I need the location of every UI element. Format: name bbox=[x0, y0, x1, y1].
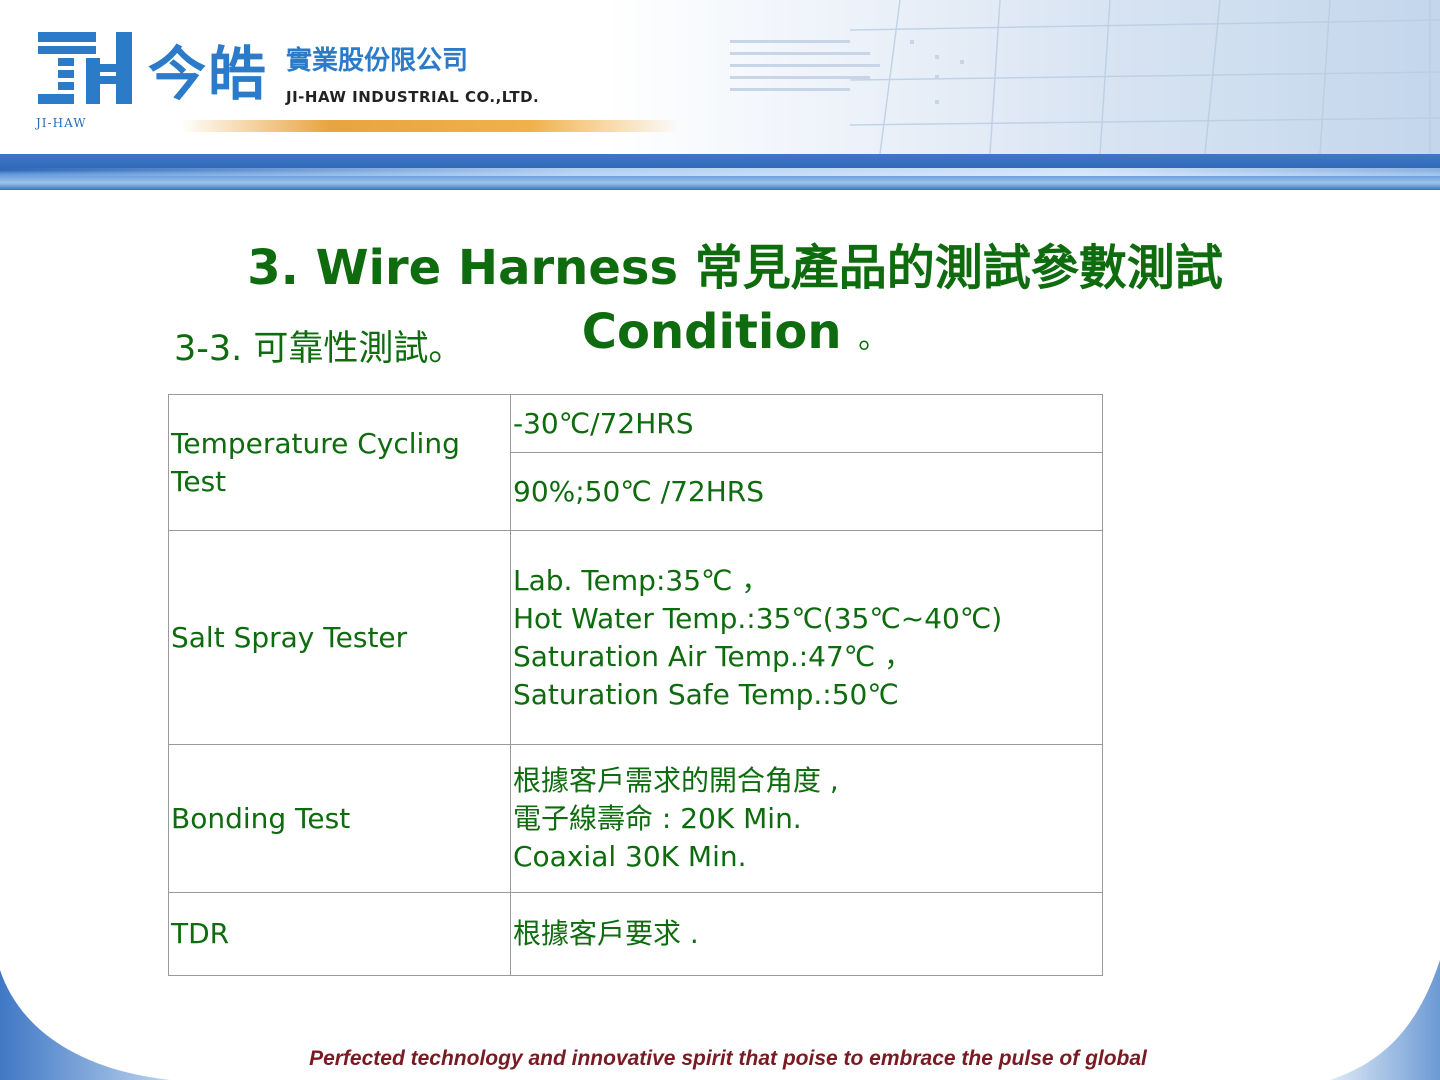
condition-text: 90%;50℃ /72HRS bbox=[513, 474, 764, 508]
condition-line: 電子線壽命 : 20K Min. bbox=[513, 801, 802, 835]
section-subtitle: 3-3. 可靠性測試。 bbox=[174, 329, 464, 369]
company-name-cn-full: 實業股份限公司 bbox=[286, 46, 469, 76]
condition-line: 根據客戶要求 . bbox=[513, 917, 699, 950]
test-name-cell: Temperature Cycling Test bbox=[168, 394, 511, 531]
test-conditions-table: Temperature Cycling Test -30℃/72HRS 90%;… bbox=[168, 394, 1103, 976]
condition-cell: 根據客戶需求的開合角度 , 電子線壽命 : 20K Min. Coaxial 3… bbox=[510, 744, 1103, 893]
condition-cell: -30℃/72HRS bbox=[510, 394, 1103, 453]
condition-line: Saturation Safe Temp.:50℃ bbox=[513, 677, 899, 711]
logo-mark-text: JI-HAW bbox=[36, 116, 87, 130]
table-row: Salt Spray Tester Lab. Temp:35℃ ， Hot Wa… bbox=[168, 530, 1103, 745]
company-name-cn: 今皓 bbox=[148, 40, 269, 108]
test-name-cell: Bonding Test bbox=[168, 744, 511, 893]
test-name: TDR bbox=[171, 917, 230, 950]
condition-cell: Lab. Temp:35℃ ， Hot Water Temp.:35℃(35℃~… bbox=[510, 530, 1103, 745]
condition-line: Saturation Air Temp.:47℃ ， bbox=[513, 639, 913, 673]
slide-title-period: 。 bbox=[858, 321, 889, 356]
condition-cell: 90%;50℃ /72HRS bbox=[510, 452, 1103, 531]
test-name: Salt Spray Tester bbox=[171, 620, 408, 654]
condition-line: 根據客戶需求的開合角度 , bbox=[513, 763, 839, 797]
header-stripe-highlight bbox=[0, 168, 1440, 176]
company-name-en: JI-HAW INDUSTRIAL CO.,LTD. bbox=[286, 88, 540, 106]
condition-line: Hot Water Temp.:35℃(35℃~40℃) bbox=[513, 601, 1003, 635]
table-row: Temperature Cycling Test -30℃/72HRS bbox=[168, 394, 1103, 531]
test-name: Temperature Cycling Test bbox=[171, 426, 460, 498]
test-name: Bonding Test bbox=[171, 801, 351, 835]
condition-line: Coaxial 30K Min. bbox=[513, 839, 747, 873]
table-row: Bonding Test 根據客戶需求的開合角度 , 電子線壽命 : 20K M… bbox=[168, 744, 1103, 893]
condition-text: -30℃/72HRS bbox=[513, 406, 694, 440]
header-banner: JI-HAW 今皓 實業股份限公司 JI-HAW INDUSTRIAL CO.,… bbox=[0, 0, 1440, 190]
test-name-cell: Salt Spray Tester bbox=[168, 530, 511, 745]
footer-slogan: Perfected technology and innovative spir… bbox=[309, 1047, 1147, 1070]
company-logo-icon bbox=[38, 32, 132, 104]
gold-swoosh bbox=[180, 120, 680, 132]
condition-line: Lab. Temp:35℃ ， bbox=[513, 563, 770, 597]
